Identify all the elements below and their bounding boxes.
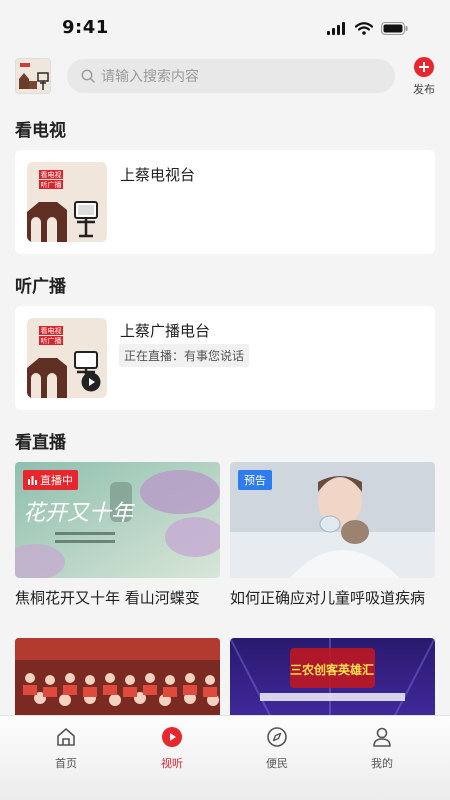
live-badge: 直播中 [23, 470, 78, 490]
battery-icon [381, 22, 408, 35]
thumb-art-line1: 看电视 [41, 326, 62, 335]
thumb-art-line2: 听广播 [41, 180, 62, 189]
signal-icon [327, 22, 345, 35]
tab-profile-label: 我的 [371, 757, 393, 770]
search-icon [81, 69, 95, 83]
tv-station-title: 上蔡电视台 [120, 166, 196, 184]
play-icon[interactable] [81, 372, 101, 392]
tv-station-thumbnail: 看电视 听广播 [27, 162, 107, 242]
tab-profile[interactable]: 我的 [352, 726, 412, 771]
live-item-title: 焦桐花开又十年 看山河蝶变 [15, 589, 200, 607]
search-input[interactable]: 请输入搜索内容 [67, 59, 395, 93]
live-item[interactable]: 预告 如何正确应对儿童呼吸道疾病 [230, 462, 435, 608]
tab-audio-video-label: 视听 [161, 757, 183, 770]
status-bar: 9:41 [0, 0, 450, 56]
thumb-art-line1: 看电视 [41, 170, 62, 179]
live-item-cover: 花开又十年 直播中 [15, 462, 220, 578]
bottom-tab-bar: 首页 视听 便民 我的 [0, 715, 450, 800]
live-item-title: 如何正确应对儿童呼吸道疾病 [230, 589, 426, 607]
section-title-live: 看直播 [15, 433, 66, 453]
live-item-art-text: 三农创客英雄汇 [290, 662, 374, 677]
play-icon [162, 727, 182, 747]
status-time: 9:41 [62, 17, 109, 38]
home-icon [57, 728, 75, 746]
wifi-icon [355, 22, 373, 35]
live-bars-icon [28, 475, 37, 485]
app-logo[interactable] [15, 58, 51, 94]
plus-icon [414, 57, 434, 77]
radio-station-card[interactable]: 看电视 听广播 上蔡广播电台 正在直播：有事您说话 [15, 306, 435, 410]
radio-station-title: 上蔡广播电台 [120, 322, 211, 340]
publish-label: 发布 [413, 83, 435, 96]
radio-station-thumbnail: 看电视 听广播 [27, 318, 107, 398]
live-status-tag: 正在直播：有事您说话 [119, 344, 250, 367]
live-item[interactable]: 花开又十年 直播中 焦桐花开又十年 看山河蝶变 [15, 462, 220, 608]
tab-services-label: 便民 [266, 757, 288, 770]
live-item-cover: 预告 [230, 462, 435, 578]
section-title-tv: 看电视 [15, 121, 66, 141]
tab-home-label: 首页 [55, 757, 77, 770]
status-icons [327, 22, 408, 35]
publish-button[interactable]: 发布 [410, 56, 438, 97]
search-placeholder: 请输入搜索内容 [101, 69, 199, 85]
live-badge-label: 直播中 [40, 474, 73, 487]
top-bar: 请输入搜索内容 发布 [0, 56, 450, 100]
user-icon [373, 727, 391, 747]
section-title-radio: 听广播 [15, 277, 66, 297]
compass-icon [267, 727, 287, 747]
tv-station-card[interactable]: 看电视 听广播 上蔡电视台 [15, 150, 435, 254]
tab-services[interactable]: 便民 [247, 726, 307, 771]
tab-audio-video[interactable]: 视听 [142, 726, 202, 771]
thumb-art-line2: 听广播 [41, 336, 62, 345]
live-item-art-text: 花开又十年 [23, 501, 135, 526]
preview-badge: 预告 [238, 470, 272, 490]
tab-home[interactable]: 首页 [36, 726, 96, 771]
